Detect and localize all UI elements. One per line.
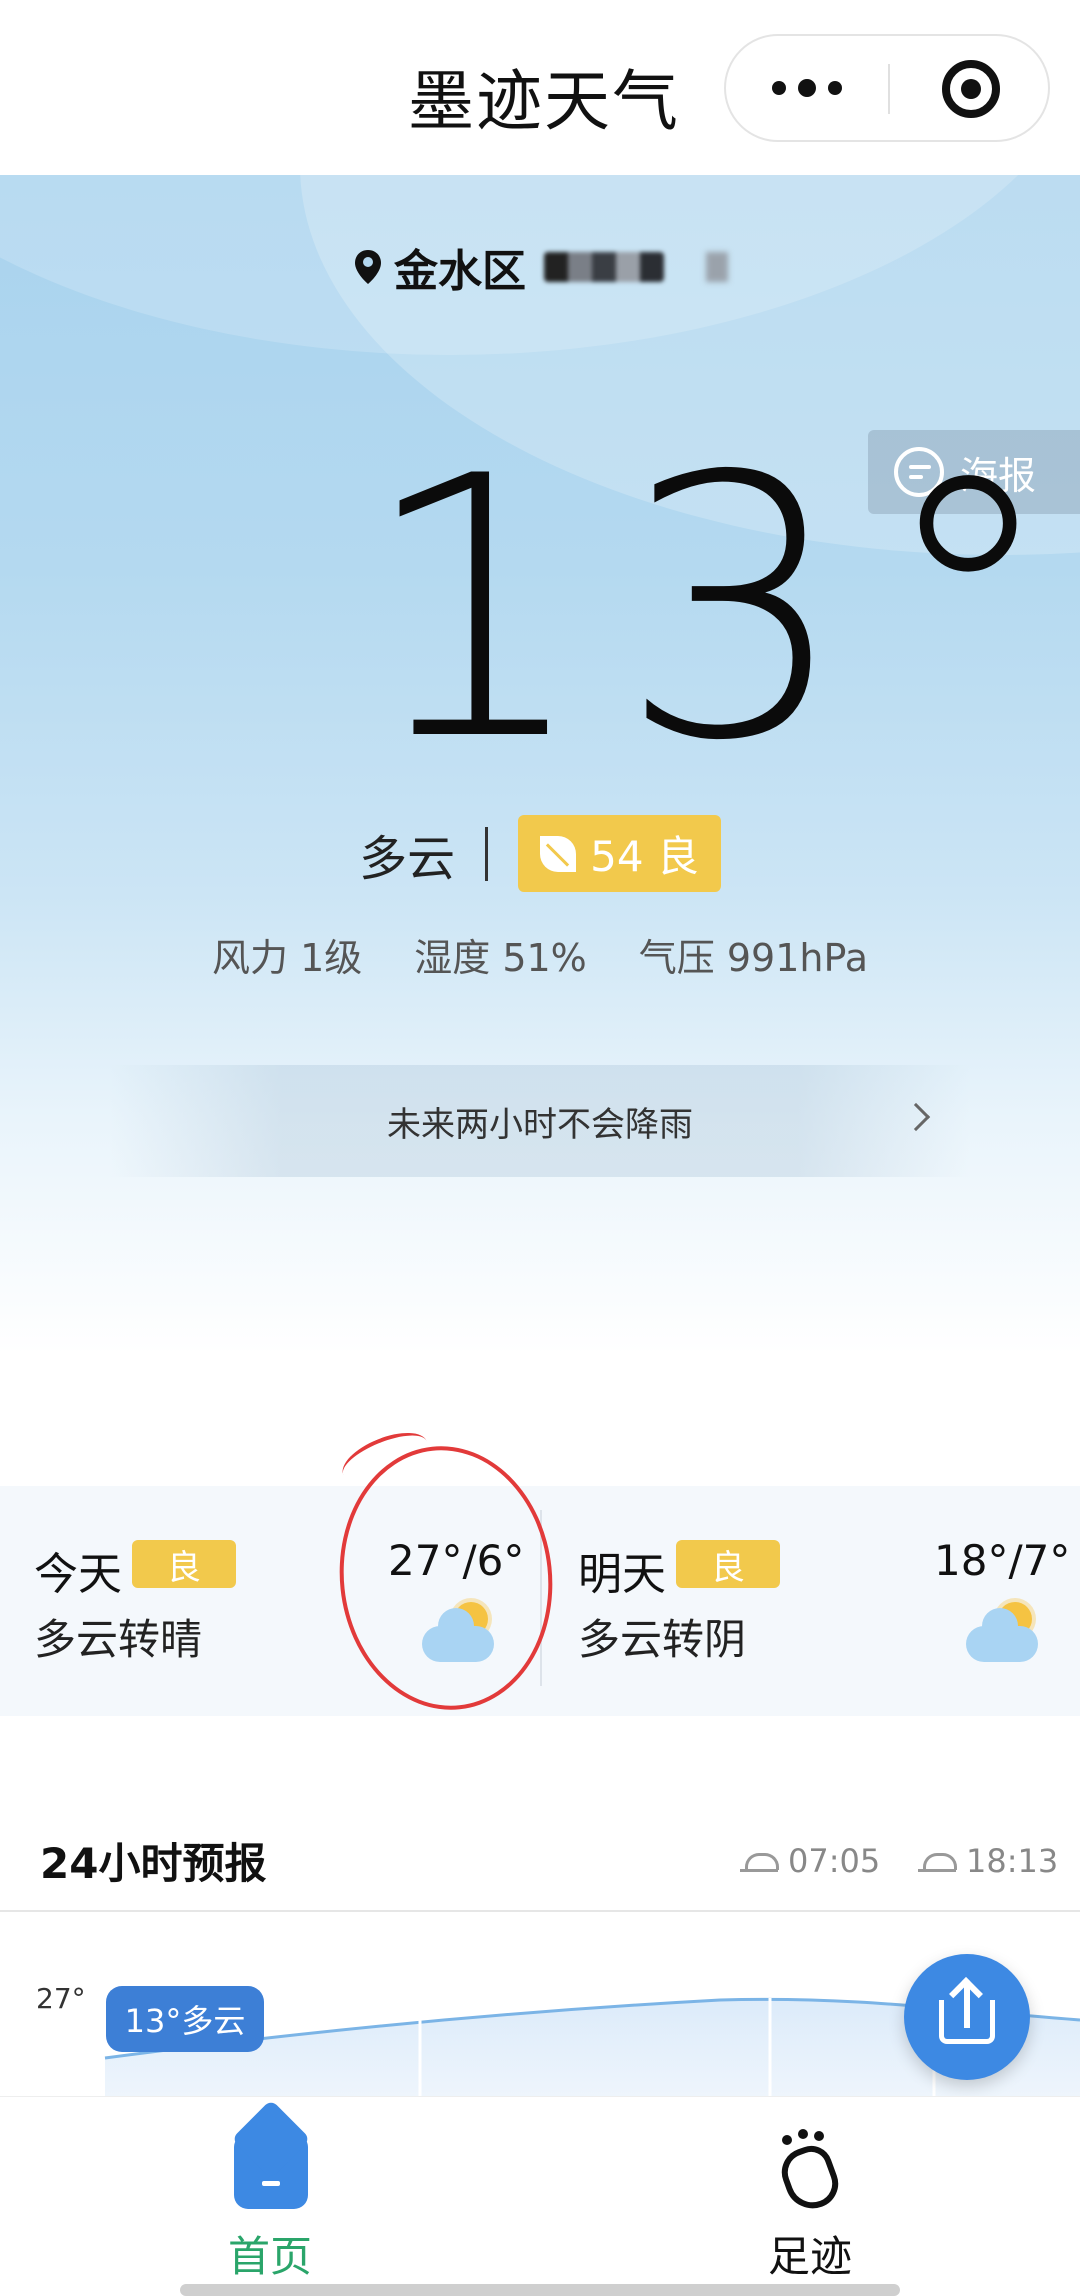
header: 墨迹天气 [0,0,1080,175]
chevron-right-icon [901,1102,931,1132]
tab-footprint[interactable]: 足迹 [540,2097,1080,2296]
home-icon [234,2135,308,2209]
current-condition: 多云 [359,830,456,887]
forecast-condition: 多云转阴 [578,1615,747,1664]
forecast-temp: 27°/6° [388,1536,525,1585]
close-miniprogram-button[interactable] [942,60,1000,118]
more-menu-button[interactable] [726,36,888,140]
pressure-stat: 气压 991hPa [638,936,868,980]
partly-cloudy-icon [420,1600,500,1666]
forecast-condition: 多云转晴 [34,1615,203,1664]
sunrise-value: 07:05 [788,1842,881,1880]
rain-notice: 未来两小时不会降雨 [387,1104,693,1145]
leaf-icon [540,835,577,872]
forecast-today[interactable]: 今天 良 27°/6° 多云转晴 [0,1486,540,1716]
aqi-badge[interactable]: 54 良 [518,815,721,892]
home-indicator [180,2284,900,2296]
daily-forecast: 今天 良 27°/6° 多云转晴 明天 良 18°/7° 多云转阴 [0,1486,1080,1716]
location-selector[interactable]: 金水区 [354,235,728,299]
sunrise-icon [740,1849,779,1873]
current-hour-pill: 13°多云 [106,1986,264,2052]
forecast-aqi-badge: 良 [676,1540,780,1588]
condition-separator [485,826,489,881]
forecast-aqi-badge: 良 [132,1540,236,1588]
capsule-divider [888,64,890,114]
forecast-tomorrow[interactable]: 明天 良 18°/7° 多云转阴 [542,1486,1080,1716]
more-dots-icon [772,81,786,95]
footprint-icon [770,2129,850,2217]
bottom-tab-bar: 首页 足迹 [0,2096,1080,2296]
redacted-address [544,252,664,282]
miniprogram-capsule [724,34,1050,142]
tab-home[interactable]: 首页 [0,2097,540,2296]
rain-forecast-bar[interactable]: 未来两小时不会降雨 [110,1065,970,1177]
chart-y-label: 27° [36,1982,86,2015]
tab-home-label: 首页 [227,2232,312,2281]
weather-stats: 风力 1级 湿度 51% 气压 991hPa [0,927,1080,982]
current-temperature: 13° [360,400,1080,819]
humidity-stat: 湿度 51% [414,936,587,980]
app-title: 墨迹天气 [408,63,680,140]
location-pin-icon [355,250,381,284]
forecast-day: 明天 [578,1549,666,1600]
partly-cloudy-icon [964,1600,1044,1666]
sunset-time: 18:13 [918,1842,1058,1880]
sunrise-time: 07:05 [740,1842,880,1880]
wind-stat: 风力 1级 [211,936,363,980]
forecast-day: 今天 [34,1549,122,1600]
tab-footprint-label: 足迹 [767,2232,852,2281]
aqi-value: 54 良 [590,832,699,881]
condition-row: 多云 54 良 [0,815,1080,892]
sunset-value: 18:13 [966,1842,1059,1880]
forecast-temp: 18°/7° [934,1536,1071,1585]
location-name: 金水区 [394,246,526,297]
share-button[interactable] [904,1954,1030,2080]
current-weather-panel: 金水区 海报 13° 多云 54 良 风力 1级 湿度 51% 气压 991hP… [0,175,1080,1485]
sunset-icon [918,1849,957,1873]
hourly-forecast-title: 24小时预报 [40,1839,267,1888]
